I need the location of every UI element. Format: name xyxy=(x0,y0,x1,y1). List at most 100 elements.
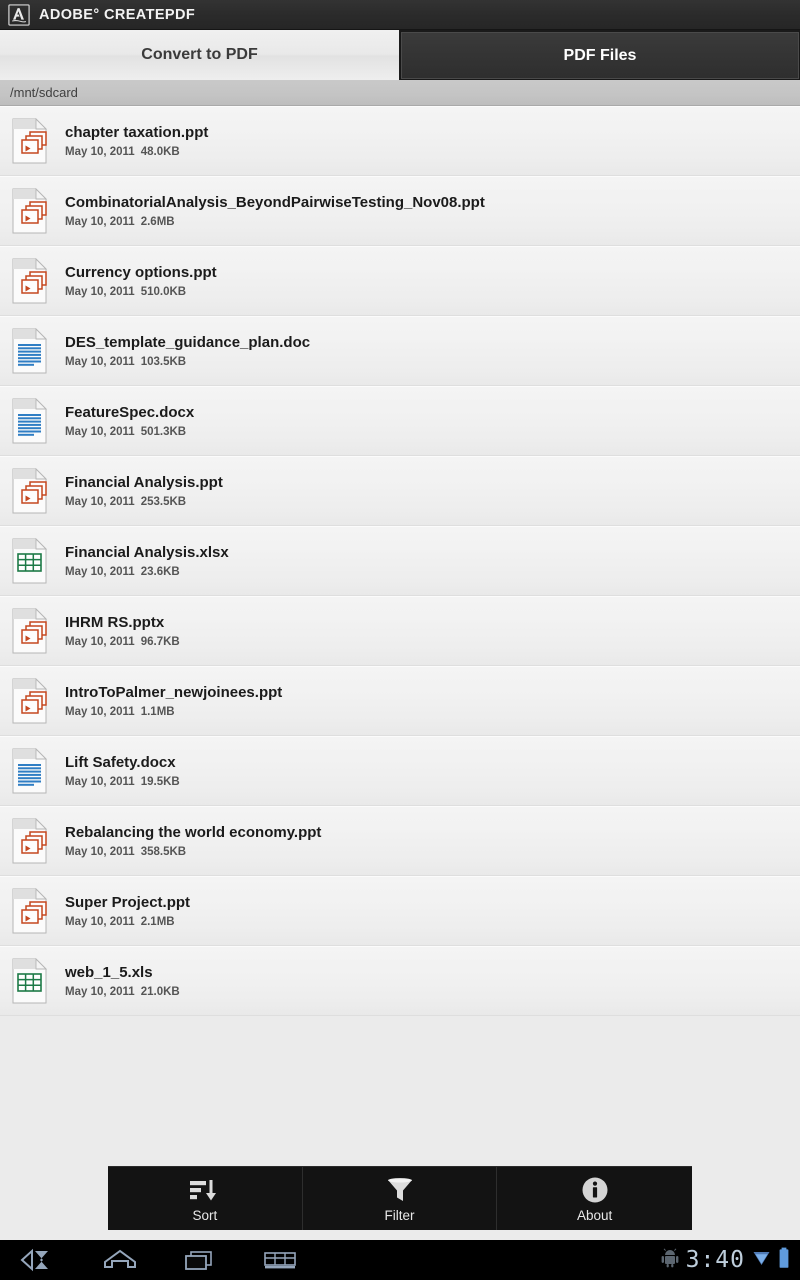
file-item-text: FeatureSpec.docx May 10, 2011 501.3KB xyxy=(65,403,194,439)
title-bar: ADOBE° CREATEPDF xyxy=(0,0,800,30)
file-list-item[interactable]: Currency options.ppt May 10, 2011 510.0KB xyxy=(0,246,800,316)
sort-label: Sort xyxy=(192,1207,218,1223)
ppt-file-icon xyxy=(10,257,50,304)
file-list-item[interactable]: IntroToPalmer_newjoinees.ppt May 10, 2011… xyxy=(0,666,800,736)
ppt-file-icon xyxy=(10,187,50,234)
file-list[interactable]: chapter taxation.ppt May 10, 2011 48.0KB Co… xyxy=(0,106,800,1280)
file-item-text: IHRM RS.pptx May 10, 2011 96.7KB xyxy=(65,613,180,649)
file-date: May 10, 2011 xyxy=(65,775,135,788)
file-name: Financial Analysis.xlsx xyxy=(65,543,229,561)
tab-pdf-files-label: PDF Files xyxy=(563,46,637,64)
app-screen: ADOBE° CREATEPDF Convert to PDF PDF File… xyxy=(0,0,800,1280)
ppt-file-icon xyxy=(10,467,50,514)
filter-button[interactable]: Filter xyxy=(303,1167,498,1230)
file-item-text: DES_template_guidance_plan.doc May 10, 20… xyxy=(65,333,310,369)
file-item-text: Currency options.ppt May 10, 2011 510.0KB xyxy=(65,263,217,299)
file-size: 21.0KB xyxy=(140,985,180,998)
file-list-item[interactable]: FeatureSpec.docx May 10, 2011 501.3KB xyxy=(0,386,800,456)
file-list-item[interactable]: chapter taxation.ppt May 10, 2011 48.0KB xyxy=(0,106,800,176)
file-item-text: Financial Analysis.xlsx May 10, 2011 23.6K… xyxy=(65,543,229,579)
file-name: Currency options.ppt xyxy=(65,263,217,281)
file-name: Financial Analysis.ppt xyxy=(65,473,223,491)
tab-pdf-files[interactable]: PDF Files xyxy=(400,30,800,80)
file-size: 19.5KB xyxy=(140,775,180,788)
sort-descending-icon xyxy=(188,1175,222,1205)
android-robot-icon xyxy=(661,1248,679,1273)
file-item-text: Financial Analysis.ppt May 10, 2011 253.5K… xyxy=(65,473,223,509)
file-item-text: chapter taxation.ppt May 10, 2011 48.0KB xyxy=(65,123,208,159)
file-name: chapter taxation.ppt xyxy=(65,123,209,141)
file-name: web_1_5.xls xyxy=(65,963,153,981)
file-item-text: web_1_5.xls May 10, 2011 21.0KB xyxy=(65,963,180,999)
file-size: 48.0KB xyxy=(140,145,180,158)
home-icon[interactable] xyxy=(80,1240,160,1280)
doc-file-icon xyxy=(10,397,50,444)
file-size: 501.3KB xyxy=(140,425,187,438)
file-item-text: IntroToPalmer_newjoinees.ppt May 10, 2011… xyxy=(65,683,282,719)
file-size: 2.6MB xyxy=(140,215,175,228)
file-list-item[interactable]: Lift Safety.docx May 10, 2011 19.5KB xyxy=(0,736,800,806)
file-size: 23.6KB xyxy=(140,565,180,578)
file-date: May 10, 2011 xyxy=(65,985,135,998)
path-bar: /mnt/sdcard xyxy=(0,80,800,106)
file-list-item[interactable]: DES_template_guidance_plan.doc May 10, 20… xyxy=(0,316,800,386)
file-date: May 10, 2011 xyxy=(65,845,135,858)
filter-label: Filter xyxy=(384,1207,415,1223)
wifi-icon xyxy=(752,1248,771,1273)
ppt-file-icon xyxy=(10,677,50,724)
file-meta: May 10, 2011 253.5KB xyxy=(65,495,223,509)
file-list-item[interactable]: web_1_5.xls May 10, 2011 21.0KB xyxy=(0,946,800,1016)
tab-bar: Convert to PDF PDF Files xyxy=(0,30,800,80)
file-meta: May 10, 2011 501.3KB xyxy=(65,425,194,439)
about-label: About xyxy=(577,1207,613,1223)
doc-file-icon xyxy=(10,327,50,374)
file-date: May 10, 2011 xyxy=(65,285,135,298)
file-item-text: Super Project.ppt May 10, 2011 2.1MB xyxy=(65,893,190,929)
file-meta: May 10, 2011 19.5KB xyxy=(65,775,180,789)
battery-icon xyxy=(778,1247,790,1274)
file-date: May 10, 2011 xyxy=(65,425,135,438)
action-bar: Sort Filter About xyxy=(108,1166,692,1230)
file-size: 1.1MB xyxy=(140,705,175,718)
file-meta: May 10, 2011 2.6MB xyxy=(65,215,485,229)
file-meta: May 10, 2011 21.0KB xyxy=(65,985,180,999)
file-item-text: Lift Safety.docx May 10, 2011 19.5KB xyxy=(65,753,180,789)
ppt-file-icon xyxy=(10,607,50,654)
file-meta: May 10, 2011 510.0KB xyxy=(65,285,217,299)
file-list-item[interactable]: CombinatorialAnalysis_BeyondPairwiseTest… xyxy=(0,176,800,246)
xls-file-icon xyxy=(10,537,50,584)
android-navigation-bar: 3:40 xyxy=(0,1240,800,1280)
status-area[interactable]: 3:40 xyxy=(661,1247,800,1274)
sort-button[interactable]: Sort xyxy=(108,1167,303,1230)
file-size: 103.5KB xyxy=(140,355,187,368)
file-size: 96.7KB xyxy=(140,635,180,648)
file-list-item[interactable]: Financial Analysis.ppt May 10, 2011 253.5K… xyxy=(0,456,800,526)
tab-convert-to-pdf-label: Convert to PDF xyxy=(141,46,258,63)
back-icon[interactable] xyxy=(0,1240,80,1280)
file-date: May 10, 2011 xyxy=(65,565,135,578)
file-meta: May 10, 2011 103.5KB xyxy=(65,355,310,369)
file-date: May 10, 2011 xyxy=(65,495,135,508)
keyboard-icon[interactable] xyxy=(240,1240,320,1280)
file-name: FeatureSpec.docx xyxy=(65,403,195,421)
tab-convert-to-pdf[interactable]: Convert to PDF xyxy=(0,30,400,80)
file-list-item[interactable]: Rebalancing the world economy.ppt May 10,… xyxy=(0,806,800,876)
about-button[interactable]: About xyxy=(497,1167,692,1230)
recent-apps-icon[interactable] xyxy=(160,1240,240,1280)
file-name: CombinatorialAnalysis_BeyondPairwiseTest… xyxy=(65,193,485,211)
file-list-item[interactable]: Super Project.ppt May 10, 2011 2.1MB xyxy=(0,876,800,946)
file-date: May 10, 2011 xyxy=(65,355,135,368)
file-date: May 10, 2011 xyxy=(65,705,135,718)
current-path: /mnt/sdcard xyxy=(10,85,78,100)
file-list-item[interactable]: Financial Analysis.xlsx May 10, 2011 23.6K… xyxy=(0,526,800,596)
file-name: Rebalancing the world economy.ppt xyxy=(65,823,322,841)
file-date: May 10, 2011 xyxy=(65,915,135,928)
file-name: Lift Safety.docx xyxy=(65,753,176,771)
file-meta: May 10, 2011 358.5KB xyxy=(65,845,321,859)
file-date: May 10, 2011 xyxy=(65,215,135,228)
file-list-item[interactable]: IHRM RS.pptx May 10, 2011 96.7KB xyxy=(0,596,800,666)
file-meta: May 10, 2011 48.0KB xyxy=(65,145,208,159)
file-item-text: Rebalancing the world economy.ppt May 10,… xyxy=(65,823,321,859)
file-size: 253.5KB xyxy=(140,495,187,508)
file-name: Super Project.ppt xyxy=(65,893,191,911)
